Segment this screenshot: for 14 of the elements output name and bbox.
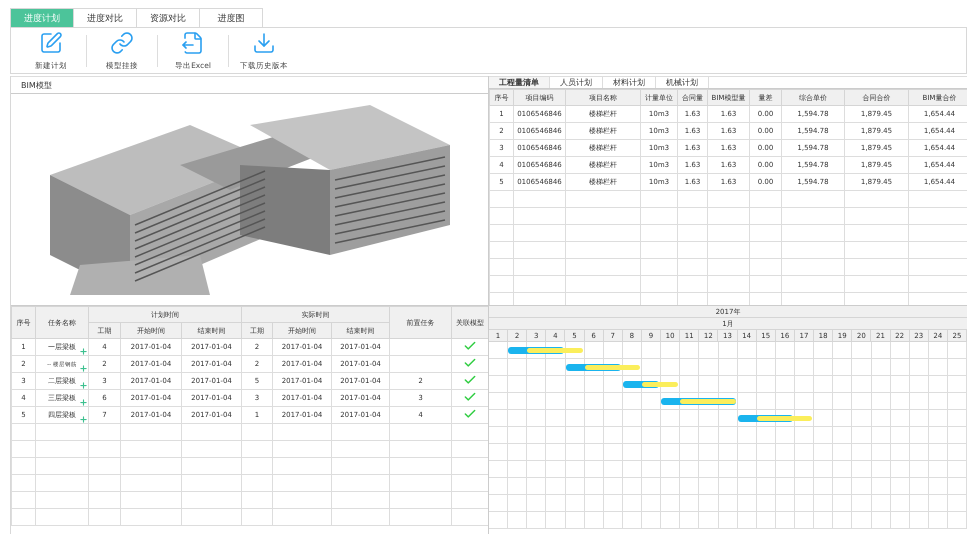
link-icon xyxy=(110,30,134,54)
file-export-icon xyxy=(181,30,205,54)
add-icon[interactable] xyxy=(79,364,88,373)
add-icon[interactable] xyxy=(79,415,88,424)
add-icon[interactable] xyxy=(79,381,88,390)
add-icon[interactable] xyxy=(79,347,88,356)
add-icon[interactable] xyxy=(79,398,88,407)
tab[interactable]: 资源对比 xyxy=(137,8,200,27)
tab[interactable]: 工程量清单 xyxy=(489,77,550,88)
tab[interactable]: 进度图 xyxy=(200,8,263,27)
download-icon xyxy=(252,30,276,54)
edit-icon xyxy=(39,30,63,54)
panel-title: BIM模型 xyxy=(20,80,52,90)
tab[interactable]: 进度对比 xyxy=(74,8,137,27)
